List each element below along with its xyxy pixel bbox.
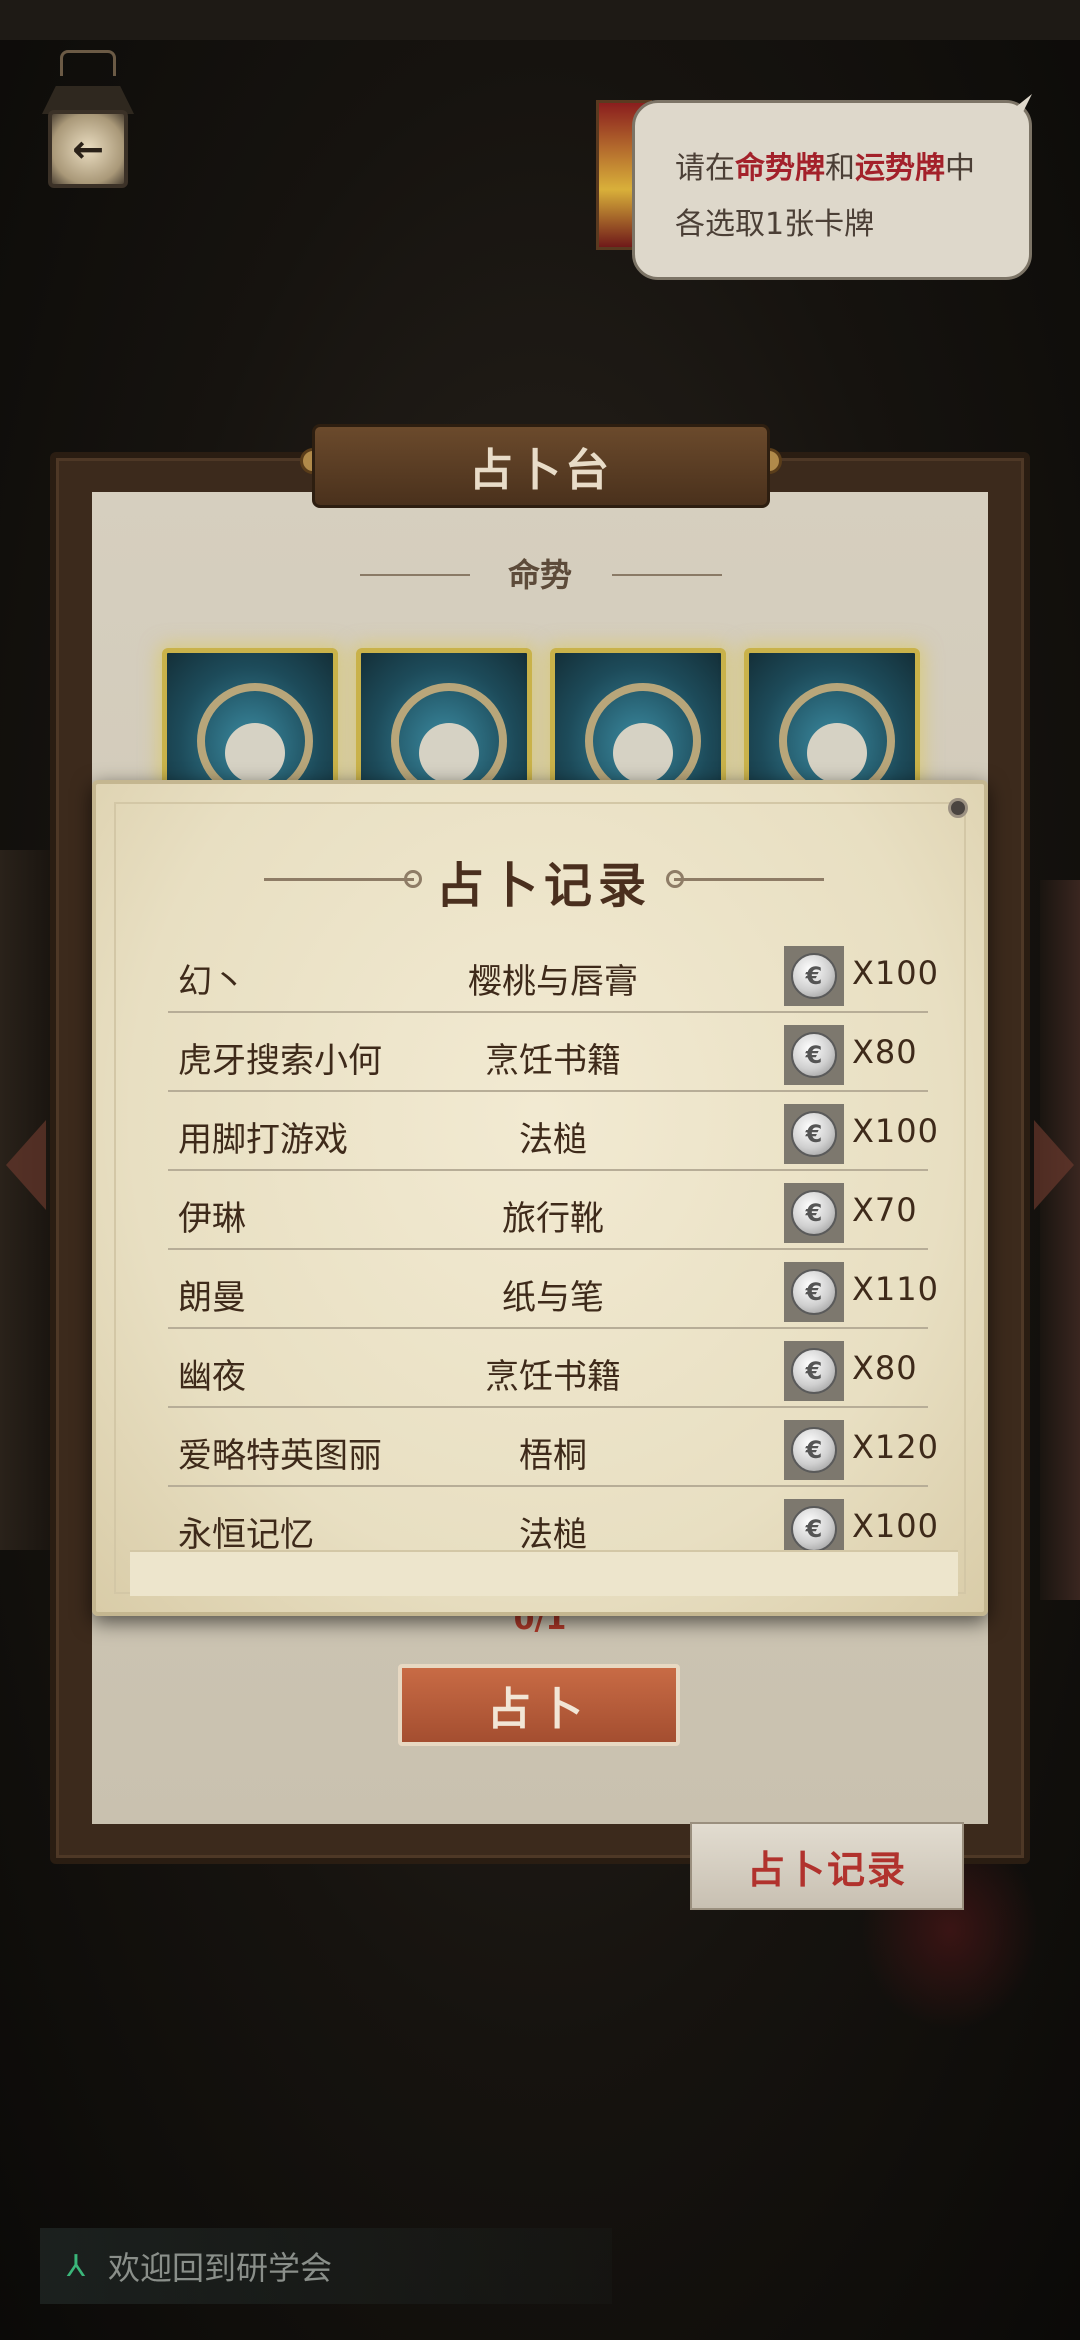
lantern-hook xyxy=(60,50,116,76)
record-item-name: 烹饪书籍 xyxy=(485,1041,621,1081)
record-list[interactable]: 幻丶 樱桃与唇膏 € X100 虎牙搜索小何 烹饪书籍 € X80 用脚打游戏 … xyxy=(168,934,938,1566)
coin-icon: € xyxy=(784,1104,844,1164)
popup-title: 占卜记录 xyxy=(435,858,652,914)
record-amount: X100 xyxy=(852,1112,939,1150)
welcome-notification: ⅄ 欢迎回到研学会 xyxy=(40,2228,612,2304)
hint-line-2: 各选取1张卡牌 xyxy=(675,207,875,242)
record-row: 用脚打游戏 法槌 € X100 xyxy=(168,1092,938,1171)
hint-line-1: 请在命势牌和运势牌中 xyxy=(675,141,999,197)
divine-button[interactable]: 占卜 xyxy=(398,1664,680,1746)
back-button[interactable]: ← xyxy=(38,40,138,200)
record-row: 伊琳 旅行靴 € X70 xyxy=(168,1171,928,1250)
record-amount: X70 xyxy=(852,1191,918,1229)
fan-logo-icon: ⅄ xyxy=(66,2248,86,2284)
record-item-name: 法槌 xyxy=(519,1515,587,1555)
hint-text: 中 xyxy=(945,151,975,186)
hint-fate-highlight: 命势牌 xyxy=(735,151,825,186)
fate-card[interactable] xyxy=(356,648,532,788)
coin-icon: € xyxy=(784,946,844,1006)
ceiling-beam xyxy=(0,0,1080,40)
coin-icon: € xyxy=(784,1183,844,1243)
record-amount: X110 xyxy=(852,1270,939,1308)
record-row: 朗曼 纸与笔 € X110 xyxy=(168,1250,938,1329)
hint-bubble: 请在命势牌和运势牌中 各选取1张卡牌 xyxy=(632,100,1032,280)
coin-icon: € xyxy=(784,1025,844,1085)
record-player-name: 虎牙搜索小何 xyxy=(178,1041,382,1081)
title-ornament-right xyxy=(674,878,824,881)
bookshelf-right xyxy=(1040,880,1080,1600)
ornament-right xyxy=(612,574,722,576)
arrow-left-icon: ← xyxy=(48,110,128,188)
record-row: 幽夜 烹饪书籍 € X80 xyxy=(168,1329,928,1408)
record-amount: X120 xyxy=(852,1428,939,1466)
record-player-name: 爱略特英图丽 xyxy=(178,1436,382,1476)
record-player-name: 永恒记忆 xyxy=(178,1515,314,1555)
card-wolf-icon xyxy=(419,723,479,783)
panel-title: 占卜台 xyxy=(312,424,770,508)
record-item-name: 梧桐 xyxy=(519,1436,587,1476)
record-tab-button[interactable]: 占卜记录 xyxy=(690,1822,964,1910)
fate-card[interactable] xyxy=(550,648,726,788)
record-amount: X100 xyxy=(852,1507,939,1545)
fate-card[interactable] xyxy=(744,648,920,788)
record-amount: X80 xyxy=(852,1033,918,1071)
record-player-name: 朗曼 xyxy=(178,1278,246,1318)
record-item-name: 法槌 xyxy=(519,1120,587,1160)
popup-footer-strip xyxy=(130,1550,958,1596)
card-wolf-icon xyxy=(225,723,285,783)
welcome-text: 欢迎回到研学会 xyxy=(108,2249,333,2287)
record-amount: X80 xyxy=(852,1349,918,1387)
hint-text: 请在 xyxy=(675,151,735,186)
record-popup: 占卜记录 幻丶 樱桃与唇膏 € X100 虎牙搜索小何 烹饪书籍 € X80 用… xyxy=(92,780,988,1616)
record-item-name: 旅行靴 xyxy=(502,1199,604,1239)
coin-icon: € xyxy=(784,1420,844,1480)
record-player-name: 用脚打游戏 xyxy=(178,1120,348,1160)
record-player-name: 伊琳 xyxy=(178,1199,246,1239)
record-amount: X100 xyxy=(852,954,939,992)
record-player-name: 幻丶 xyxy=(178,962,246,1002)
record-row: 虎牙搜索小何 烹饪书籍 € X80 xyxy=(168,1013,928,1092)
record-item-name: 樱桃与唇膏 xyxy=(468,962,638,1002)
section-label-fate: 命势 xyxy=(507,556,572,594)
coin-icon: € xyxy=(784,1341,844,1401)
record-row: 爱略特英图丽 梧桐 € X120 xyxy=(168,1408,938,1487)
card-wolf-icon xyxy=(807,723,867,783)
record-item-name: 烹饪书籍 xyxy=(485,1357,621,1397)
record-player-name: 幽夜 xyxy=(178,1357,246,1397)
card-wolf-icon xyxy=(613,723,673,783)
pin-icon xyxy=(948,798,968,818)
record-item-name: 纸与笔 xyxy=(502,1278,604,1318)
record-row: 幻丶 樱桃与唇膏 € X100 xyxy=(168,934,938,1013)
coin-icon: € xyxy=(784,1262,844,1322)
fate-card[interactable] xyxy=(162,648,338,788)
hint-luck-highlight: 运势牌 xyxy=(855,151,945,186)
hint-text: 和 xyxy=(825,151,855,186)
